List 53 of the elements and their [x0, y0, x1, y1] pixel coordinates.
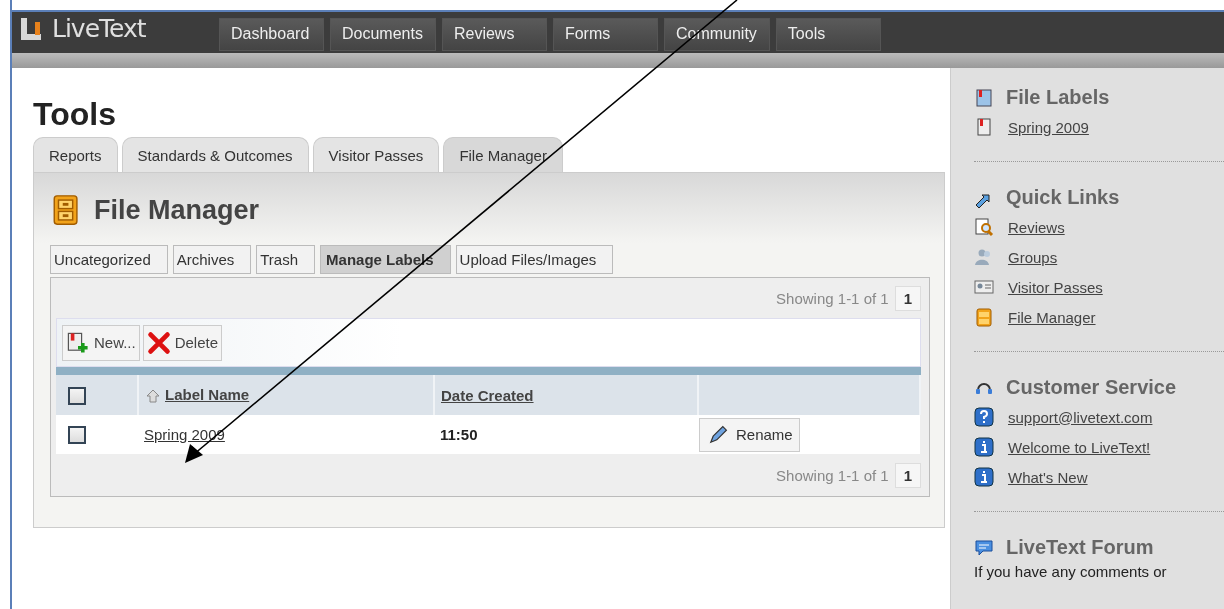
table-cell: 11:50: [440, 426, 478, 443]
new-button[interactable]: New...: [62, 324, 140, 361]
section-title: LiveText Forum: [1006, 536, 1154, 559]
info-icon: [974, 437, 994, 457]
select-all-checkbox[interactable]: [68, 386, 86, 405]
row-checkbox[interactable]: [68, 426, 86, 444]
tab[interactable]: Visitor Passes: [312, 137, 440, 172]
speech-bubble-icon: [974, 537, 994, 558]
nav-tab[interactable]: Dashboard: [219, 18, 324, 51]
sidebar-link[interactable]: Reviews: [1008, 218, 1065, 236]
section-text: If you have any comments or: [974, 563, 1168, 580]
pager-text: Showing 1-1 of 1: [776, 289, 889, 307]
sub-tab[interactable]: Trash: [256, 245, 316, 274]
sidebar-link[interactable]: Welcome to LiveText!: [1008, 438, 1151, 456]
delete-button[interactable]: Delete: [142, 324, 223, 361]
page-title: Tools: [33, 96, 117, 133]
bookmark-icon: [974, 117, 994, 137]
file-cabinet-icon: [974, 307, 994, 327]
nav-tab[interactable]: Community: [663, 18, 770, 51]
notebook-icon: [974, 87, 994, 108]
section-title: Quick Links: [1006, 186, 1120, 209]
sub-tab[interactable]: Upload Files/Images: [455, 245, 614, 274]
section-title: Customer Service: [1006, 376, 1177, 399]
nav-tab[interactable]: Tools: [775, 18, 881, 51]
magnifier-icon: [974, 217, 994, 237]
nav-tab[interactable]: Documents: [330, 18, 436, 51]
add-document-icon: [66, 330, 90, 355]
section-title: File Labels: [1006, 86, 1110, 109]
column-header[interactable]: Label Name: [165, 386, 250, 403]
sub-tab[interactable]: Uncategorized: [50, 245, 168, 274]
sidebar-link[interactable]: Visitor Passes: [1008, 278, 1103, 296]
nav-tab[interactable]: Forms: [552, 18, 658, 51]
sidebar-link[interactable]: Groups: [1008, 248, 1058, 266]
sidebar-link[interactable]: Spring 2009: [1008, 118, 1089, 136]
nav-tab[interactable]: Reviews: [441, 18, 547, 51]
sidebar-link[interactable]: File Manager: [1008, 308, 1096, 326]
tab[interactable]: File Manager: [443, 137, 563, 172]
id-card-icon: [974, 277, 994, 297]
sidebar-link[interactable]: support@livetext.com: [1008, 408, 1153, 426]
panel-title: File Manager: [94, 194, 260, 226]
info-icon: [974, 467, 994, 487]
logo[interactable]: LiveText: [12, 12, 207, 53]
pager-text: Showing 1-1 of 1: [776, 466, 889, 484]
delete-icon: [146, 330, 171, 355]
tab[interactable]: Reports: [33, 137, 118, 172]
sub-tab[interactable]: Archives: [172, 245, 252, 274]
page-link[interactable]: 1: [894, 285, 921, 311]
tab[interactable]: Standards & Outcomes: [121, 137, 309, 172]
page-link[interactable]: 1: [894, 462, 921, 488]
rename-button[interactable]: Rename: [699, 417, 800, 452]
column-header[interactable]: Date Created: [441, 386, 534, 404]
help-icon: [974, 407, 994, 427]
sidebar-link[interactable]: What's New: [1008, 468, 1088, 486]
